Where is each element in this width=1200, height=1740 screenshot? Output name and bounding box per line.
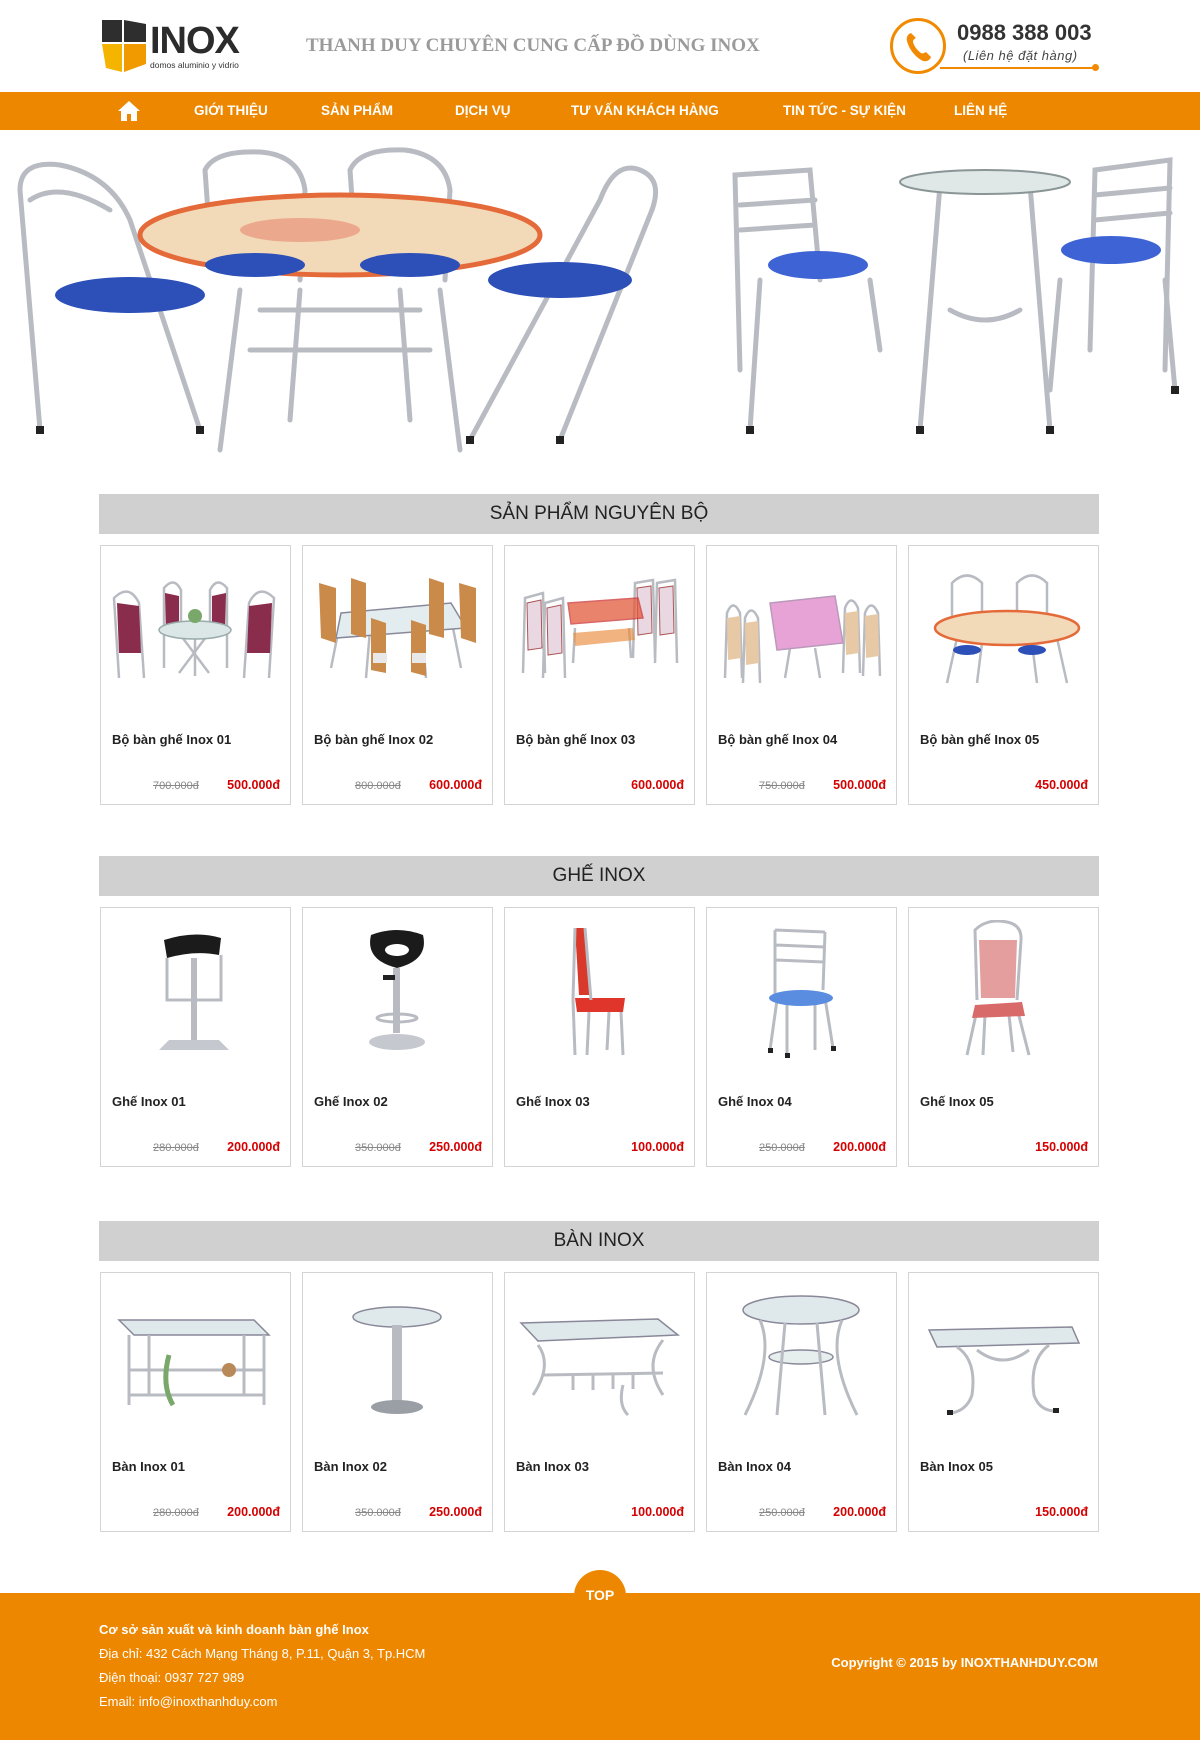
- product-price: 600.000đ: [429, 778, 482, 792]
- product-card[interactable]: Bộ bàn ghế Inox 04 750.000đ 500.000đ: [706, 545, 897, 805]
- product-card[interactable]: Bàn Inox 04 250.000đ 200.000đ: [706, 1272, 897, 1532]
- nav-item-lien-he[interactable]: LIÊN HỆ: [954, 103, 1007, 118]
- product-old-price: 280.000đ: [153, 1142, 199, 1154]
- product-name[interactable]: Ghế Inox 03: [516, 1094, 590, 1109]
- main-nav: GIỚI THIỆU SẢN PHẨM DỊCH VỤ TƯ VẤN KHÁCH…: [0, 92, 1200, 130]
- nav-item-tin-tuc[interactable]: TIN TỨC - SỰ KIỆN: [783, 103, 906, 118]
- product-name[interactable]: Bộ bàn ghế Inox 04: [718, 732, 837, 747]
- site-header: INOX domos aluminio y vidrio THANH DUY C…: [0, 0, 1200, 92]
- footer-phone: Điện thoại: 0937 727 989: [99, 1670, 245, 1685]
- nav-item-san-pham[interactable]: SẢN PHẨM: [321, 103, 393, 118]
- footer-email[interactable]: Email: info@inoxthanhduy.com: [99, 1694, 277, 1709]
- product-name[interactable]: Bàn Inox 03: [516, 1459, 589, 1474]
- product-image: [117, 1319, 271, 1407]
- hotline-note: (Liên hệ đặt hàng): [963, 48, 1078, 63]
- footer-copyright: Copyright © 2015 by INOXTHANHDUY.COM: [831, 1655, 1098, 1670]
- product-name[interactable]: Bàn Inox 02: [314, 1459, 387, 1474]
- product-card[interactable]: Ghế Inox 04 250.000đ 200.000đ: [706, 907, 897, 1167]
- product-card[interactable]: Bàn Inox 02 350.000đ 250.000đ: [302, 1272, 493, 1532]
- home-icon[interactable]: [117, 100, 141, 122]
- logo[interactable]: INOX domos aluminio y vidrio: [100, 18, 240, 76]
- footer-company: Cơ sở sản xuất và kinh doanh bàn ghế Ino…: [99, 1622, 369, 1637]
- product-old-price: 350.000đ: [355, 1142, 401, 1154]
- nav-item-gioi-thieu[interactable]: GIỚI THIỆU: [194, 103, 268, 118]
- product-card[interactable]: Ghế Inox 05 150.000đ: [908, 907, 1099, 1167]
- product-name[interactable]: Bộ bàn ghế Inox 02: [314, 732, 433, 747]
- product-image: [965, 920, 1031, 1056]
- product-old-price: 700.000đ: [153, 780, 199, 792]
- product-price: 450.000đ: [1035, 778, 1088, 792]
- product-old-price: 250.000đ: [759, 1142, 805, 1154]
- product-card[interactable]: Bộ bàn ghế Inox 05 450.000đ: [908, 545, 1099, 805]
- product-name[interactable]: Ghế Inox 02: [314, 1094, 388, 1109]
- product-image: [369, 930, 425, 1050]
- hotline-number[interactable]: 0988 388 003: [957, 20, 1092, 46]
- product-image: [521, 578, 679, 679]
- product-old-price: 750.000đ: [759, 780, 805, 792]
- hero-banner: [0, 130, 1200, 460]
- product-image: [571, 927, 625, 1056]
- logo-mark-icon: [102, 20, 146, 72]
- phone-icon: [890, 18, 946, 74]
- product-price: 500.000đ: [833, 778, 886, 792]
- product-price: 150.000đ: [1035, 1505, 1088, 1519]
- product-old-price: 800.000đ: [355, 780, 401, 792]
- logo-text: INOX: [150, 20, 240, 62]
- product-image: [768, 928, 836, 1058]
- product-price: 150.000đ: [1035, 1140, 1088, 1154]
- product-card[interactable]: Bộ bàn ghế Inox 03 600.000đ: [504, 545, 695, 805]
- product-price: 200.000đ: [833, 1505, 886, 1519]
- product-name[interactable]: Bàn Inox 05: [920, 1459, 993, 1474]
- section-title-chairs: GHẾ INOX: [99, 856, 1099, 896]
- product-price: 200.000đ: [227, 1505, 280, 1519]
- product-image: [933, 574, 1081, 684]
- product-image: [112, 581, 276, 679]
- product-name[interactable]: Ghế Inox 04: [718, 1094, 792, 1109]
- product-image: [927, 1326, 1081, 1415]
- product-name[interactable]: Bộ bàn ghế Inox 05: [920, 732, 1039, 747]
- product-image: [519, 1318, 681, 1417]
- product-name[interactable]: Ghế Inox 05: [920, 1094, 994, 1109]
- product-name[interactable]: Bàn Inox 04: [718, 1459, 791, 1474]
- product-price: 600.000đ: [631, 778, 684, 792]
- hotline-dot: [1092, 64, 1099, 71]
- product-image: [742, 1295, 860, 1416]
- product-image: [319, 578, 476, 679]
- section-title-sets: SẢN PHẨM NGUYÊN BỘ: [99, 494, 1099, 534]
- product-card[interactable]: Ghế Inox 03 100.000đ: [504, 907, 695, 1167]
- product-old-price: 280.000đ: [153, 1507, 199, 1519]
- product-card[interactable]: Ghế Inox 01 280.000đ 200.000đ: [100, 907, 291, 1167]
- footer-address: Địa chỉ: 432 Cách Mạng Tháng 8, P.11, Qu…: [99, 1646, 426, 1661]
- product-name[interactable]: Bàn Inox 01: [112, 1459, 185, 1474]
- product-name[interactable]: Bộ bàn ghế Inox 03: [516, 732, 635, 747]
- product-card[interactable]: Bàn Inox 05 150.000đ: [908, 1272, 1099, 1532]
- product-name[interactable]: Ghế Inox 01: [112, 1094, 186, 1109]
- product-card[interactable]: Ghế Inox 02 350.000đ 250.000đ: [302, 907, 493, 1167]
- product-price: 100.000đ: [631, 1140, 684, 1154]
- product-image: [352, 1306, 442, 1414]
- logo-subtext: domos aluminio y vidrio: [150, 60, 239, 70]
- nav-item-dich-vu[interactable]: DỊCH VỤ: [455, 103, 511, 118]
- product-card[interactable]: Bàn Inox 03 100.000đ: [504, 1272, 695, 1532]
- product-old-price: 250.000đ: [759, 1507, 805, 1519]
- product-card[interactable]: Bộ bàn ghế Inox 01 700.000đ 500.000đ: [100, 545, 291, 805]
- product-price: 500.000đ: [227, 778, 280, 792]
- product-name[interactable]: Bộ bàn ghế Inox 01: [112, 732, 231, 747]
- product-price: 100.000đ: [631, 1505, 684, 1519]
- product-price: 200.000đ: [227, 1140, 280, 1154]
- product-image: [159, 934, 229, 1050]
- product-price: 250.000đ: [429, 1505, 482, 1519]
- product-card[interactable]: Bộ bàn ghế Inox 02 800.000đ 600.000đ: [302, 545, 493, 805]
- nav-item-tu-van[interactable]: TƯ VẤN KHÁCH HÀNG: [571, 103, 719, 118]
- product-price: 250.000đ: [429, 1140, 482, 1154]
- section-title-tables: BÀN INOX: [99, 1221, 1099, 1261]
- site-tagline: THANH DUY CHUYÊN CUNG CẤP ĐỒ DÙNG INOX: [306, 35, 760, 56]
- product-card[interactable]: Bàn Inox 01 280.000đ 200.000đ: [100, 1272, 291, 1532]
- product-image: [723, 595, 882, 684]
- hotline-underline: [940, 67, 1095, 69]
- product-price: 200.000đ: [833, 1140, 886, 1154]
- product-old-price: 350.000đ: [355, 1507, 401, 1519]
- banner-image: [17, 147, 1179, 453]
- back-to-top-button[interactable]: TOP: [574, 1570, 626, 1622]
